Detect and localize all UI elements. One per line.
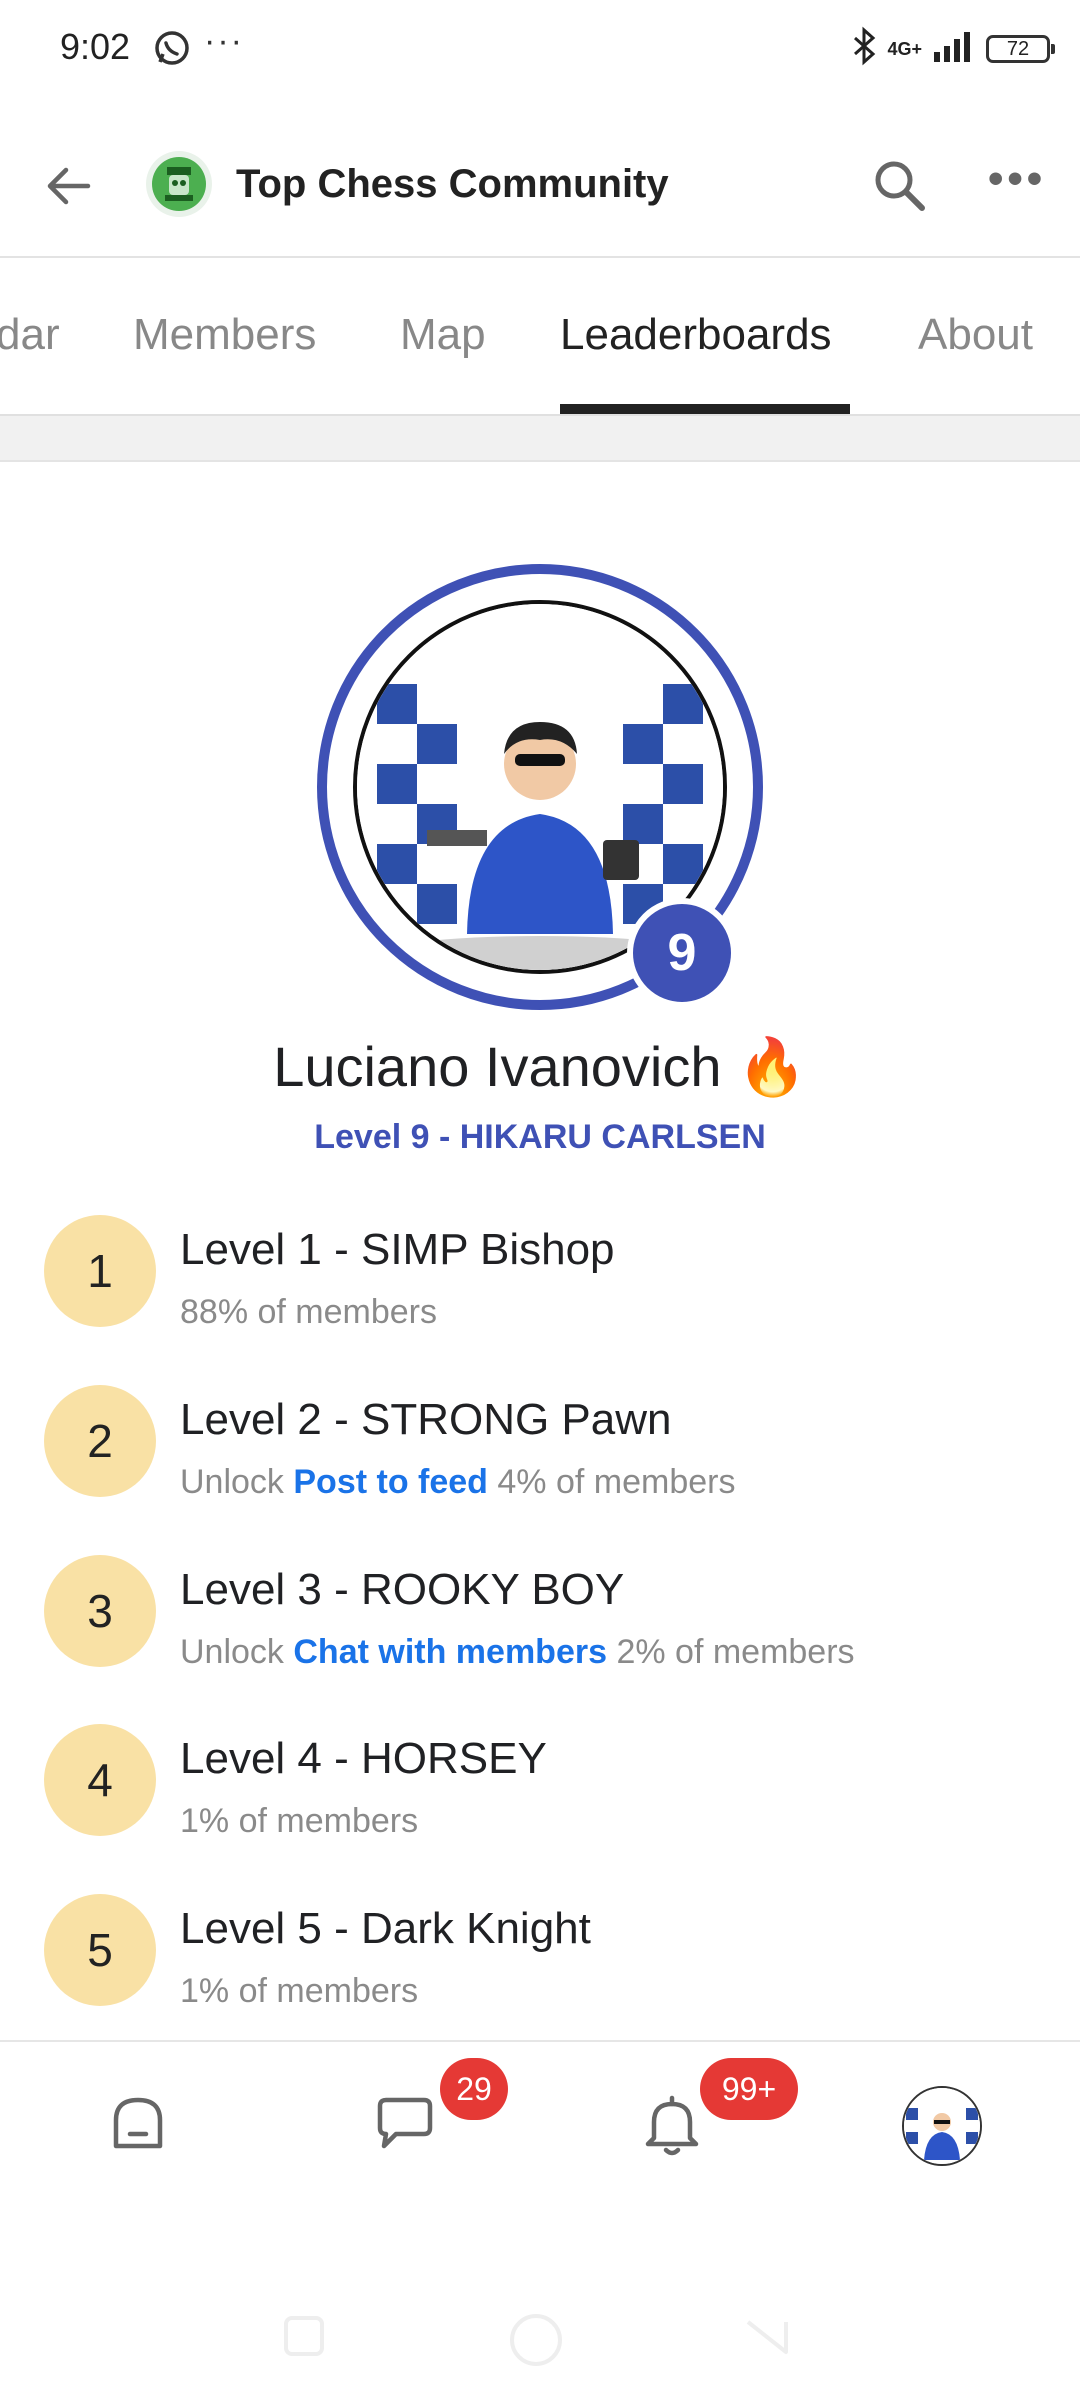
- notifications-unread-badge: 99+: [700, 2058, 798, 2120]
- list-item: 3 Level 3 - ROOKY BOY Unlock Chat with m…: [0, 1555, 1080, 1705]
- level-title: Level 5 - Dark Knight: [180, 1904, 591, 1953]
- level-number-circle: 3: [44, 1555, 156, 1667]
- section-divider: [0, 416, 1080, 462]
- unlock-prefix: Unlock: [180, 1633, 294, 1671]
- status-bar: 9:02 ··· 4G+ 72: [0, 0, 1080, 96]
- level-title: Level 2 - STRONG Pawn: [180, 1395, 672, 1444]
- member-percent: 88% of members: [180, 1293, 437, 1331]
- member-percent: 2% of members: [607, 1633, 855, 1671]
- level-subtitle: Unlock Post to feed 4% of members: [180, 1463, 735, 1502]
- list-item: 5 Level 5 - Dark Knight 1% of members: [0, 1894, 1080, 2044]
- network-type: 4G+: [887, 38, 922, 59]
- home-feed-icon[interactable]: [106, 2092, 170, 2161]
- list-item: 1 Level 1 - SIMP Bishop 88% of members: [0, 1215, 1080, 1365]
- community-title: Top Chess Community: [236, 162, 669, 206]
- recent-apps-icon[interactable]: [282, 2314, 326, 2363]
- level-title: Level 3 - ROOKY BOY: [180, 1565, 625, 1614]
- level-number-circle: 1: [44, 1215, 156, 1327]
- user-level-badge: 9: [627, 898, 737, 1008]
- battery-icon: 72: [986, 34, 1055, 63]
- member-percent: 4% of members: [487, 1463, 736, 1501]
- user-current-level: Level 9 - HIKARU CARLSEN: [314, 1118, 766, 1156]
- app-bar: Top Chess Community •••: [0, 120, 1080, 258]
- list-item: 4 Level 4 - HORSEY 1% of members: [0, 1724, 1080, 1874]
- active-tab-indicator: [560, 404, 850, 414]
- level-number-circle: 5: [44, 1894, 156, 2006]
- tab-about[interactable]: About: [918, 310, 1033, 360]
- home-button-icon[interactable]: [506, 2310, 566, 2375]
- level-subtitle: 88% of members: [180, 1293, 437, 1332]
- bluetooth-icon: [851, 26, 877, 71]
- unlock-feature: Post to feed: [293, 1463, 488, 1501]
- bottom-navigation: 29 99+: [0, 2040, 1080, 2182]
- whatsapp-icon: [152, 28, 192, 73]
- status-time: 9:02: [60, 26, 131, 67]
- tab-bar: dar Members Map Leaderboards About: [0, 258, 1080, 416]
- community-logo: [146, 151, 212, 217]
- chat-icon[interactable]: [372, 2092, 438, 2161]
- tab-leaderboards[interactable]: Leaderboards: [560, 310, 832, 360]
- back-arrow-icon[interactable]: [40, 158, 96, 219]
- level-subtitle: 1% of members: [180, 1802, 418, 1841]
- member-percent: 1% of members: [180, 1972, 419, 2010]
- tab-members[interactable]: Members: [133, 310, 316, 360]
- level-number-circle: 2: [44, 1385, 156, 1497]
- system-navigation-bar: [0, 2280, 1080, 2400]
- profile-avatar-container: 9: [315, 562, 765, 1012]
- signal-icon: [932, 28, 976, 69]
- user-name: Luciano Ivanovich 🔥: [273, 1035, 807, 1098]
- tab-calendar[interactable]: dar: [0, 310, 60, 360]
- level-subtitle: Unlock Chat with members 2% of members: [180, 1633, 855, 1672]
- search-icon[interactable]: [870, 156, 930, 221]
- level-number-circle: 4: [44, 1724, 156, 1836]
- unlock-feature: Chat with members: [293, 1633, 607, 1671]
- level-title: Level 4 - HORSEY: [180, 1734, 547, 1783]
- member-percent: 1% of members: [180, 1802, 419, 1840]
- level-subtitle: 1% of members: [180, 1972, 418, 2011]
- more-notifications-icon: ···: [204, 22, 244, 60]
- unlock-prefix: Unlock: [180, 1463, 294, 1501]
- more-options-icon[interactable]: •••: [988, 154, 1046, 204]
- list-item: 2 Level 2 - STRONG Pawn Unlock Post to f…: [0, 1385, 1080, 1535]
- chat-unread-badge: 29: [440, 2058, 508, 2120]
- tab-map[interactable]: Map: [400, 310, 486, 360]
- level-title: Level 1 - SIMP Bishop: [180, 1225, 615, 1274]
- profile-avatar-thumbnail[interactable]: [902, 2086, 982, 2166]
- back-button-icon[interactable]: [742, 2312, 792, 2367]
- notifications-bell-icon[interactable]: [640, 2092, 704, 2163]
